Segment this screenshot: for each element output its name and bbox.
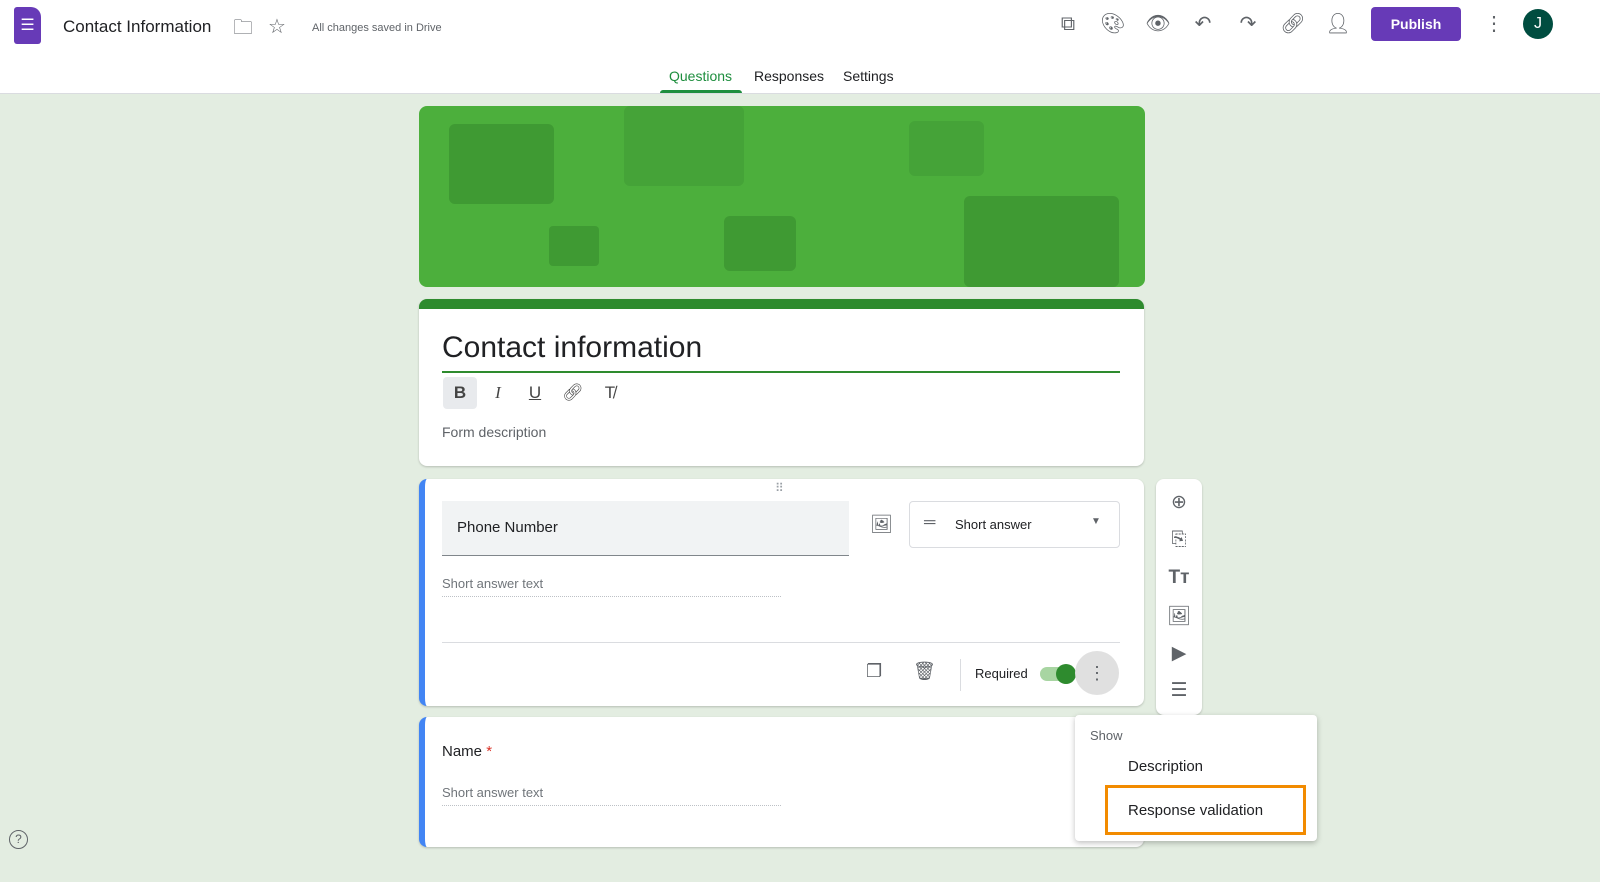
short-answer-icon: ═ (924, 514, 936, 531)
add-video-icon[interactable]: ▶ (1156, 642, 1202, 665)
clear-format-icon[interactable]: T̸ (593, 377, 627, 409)
redo-icon[interactable]: ↷ (1234, 12, 1262, 36)
question-toolbar: ⊕ ⎘ Tт 🖼︎ ▶ ☰ (1156, 479, 1202, 715)
drag-handle-icon[interactable]: ⠿ (775, 481, 784, 495)
more-options-button[interactable]: ⋮ (1075, 651, 1119, 695)
answer-placeholder: Short answer text (442, 576, 781, 597)
link-icon[interactable]: 🔗︎ (556, 377, 590, 409)
add-title-icon[interactable]: Tт (1156, 567, 1202, 589)
header-banner (419, 106, 1145, 287)
more-icon[interactable]: ⋮ (1480, 12, 1508, 36)
palette-icon[interactable]: 🎨︎ (1099, 12, 1127, 36)
menu-header: Show (1090, 728, 1123, 743)
italic-button[interactable]: I (481, 377, 515, 409)
required-toggle[interactable] (1040, 664, 1076, 684)
add-question-icon[interactable]: ⊕ (1156, 491, 1202, 514)
question-title: Name * (442, 743, 492, 760)
tab-settings[interactable]: Settings (843, 68, 894, 84)
undo-icon[interactable]: ↶ (1189, 12, 1217, 36)
tab-indicator (660, 90, 742, 93)
top-bar: ☰ Contact Information 🗀 ☆ All changes sa… (0, 0, 1600, 94)
required-mark: * (486, 743, 493, 760)
divider (442, 642, 1120, 643)
required-label: Required (975, 666, 1028, 681)
tab-responses[interactable]: Responses (754, 68, 824, 84)
add-section-icon[interactable]: ☰ (1156, 679, 1202, 702)
folder-icon[interactable]: 🗀 (229, 16, 257, 40)
show-menu: Show Description Response validation (1075, 715, 1317, 841)
dropdown-arrow-icon: ▼ (1091, 516, 1101, 527)
publish-button[interactable]: Publish (1371, 7, 1461, 41)
question-card-name: Name * Short answer text (419, 717, 1144, 847)
menu-item-label: Response validation (1128, 802, 1264, 819)
question-card-phone: ⠿ Phone Number 🖼︎ ═ Short answer ▼ Short… (419, 479, 1144, 706)
star-icon[interactable]: ☆ (263, 15, 291, 39)
bold-button[interactable]: B (443, 377, 477, 409)
link-icon[interactable]: 🔗︎ (1279, 12, 1307, 36)
question-title-text: Name (442, 743, 483, 760)
underline-button[interactable]: U (518, 377, 552, 409)
save-status: All changes saved in Drive (312, 22, 442, 34)
menu-item-response-validation[interactable]: Response validation (1105, 785, 1306, 835)
add-collaborator-icon[interactable]: 👤︎ (1324, 12, 1352, 36)
add-image-icon[interactable]: 🖼︎ (870, 514, 893, 535)
divider (960, 659, 961, 691)
forms-logo-icon[interactable]: ☰ (14, 7, 41, 44)
form-title-card: Contact information B I U 🔗︎ T̸ Form des… (419, 299, 1144, 466)
form-description[interactable]: Form description (442, 424, 546, 440)
form-title[interactable]: Contact information (442, 331, 1120, 373)
answer-placeholder: Short answer text (442, 785, 781, 806)
help-icon[interactable]: ? (9, 830, 28, 849)
duplicate-icon[interactable]: ❐ (866, 661, 882, 682)
avatar[interactable]: J (1523, 9, 1553, 39)
delete-icon[interactable]: 🗑︎ (913, 661, 936, 682)
add-image-icon[interactable]: 🖼︎ (1156, 604, 1202, 628)
question-title-input[interactable]: Phone Number (442, 501, 849, 556)
menu-item-description[interactable]: Description (1128, 758, 1203, 775)
question-type-select[interactable]: ═ Short answer ▼ (909, 501, 1120, 548)
question-type-label: Short answer (955, 517, 1032, 532)
tab-questions[interactable]: Questions (669, 68, 732, 84)
add-ons-icon[interactable]: ⧉ (1054, 12, 1082, 36)
import-questions-icon[interactable]: ⎘ (1156, 529, 1202, 551)
doc-title[interactable]: Contact Information (63, 17, 211, 37)
preview-icon[interactable]: 👁︎ (1144, 12, 1172, 36)
